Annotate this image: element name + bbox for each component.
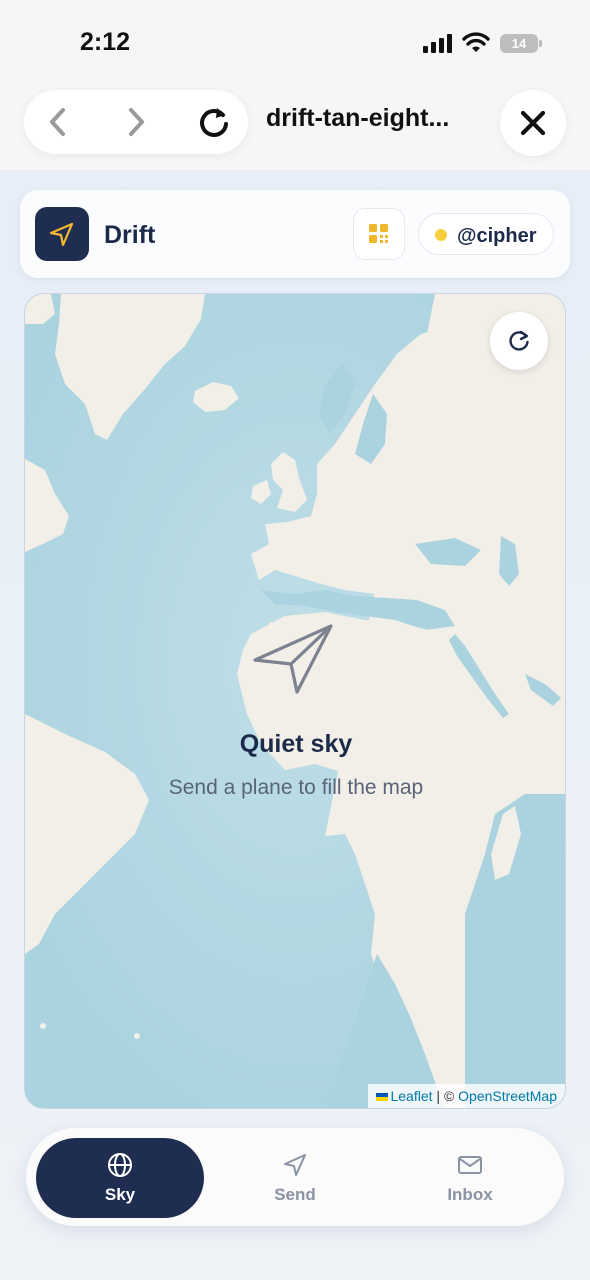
ukraine-flag-icon xyxy=(376,1093,389,1101)
empty-state-title: Quiet sky xyxy=(239,730,353,758)
signal-icon xyxy=(423,34,452,53)
refresh-button[interactable] xyxy=(490,312,548,370)
browser-nav-group xyxy=(24,90,248,154)
username: @cipher xyxy=(457,225,537,247)
url-bar[interactable]: drift-tan-eight... xyxy=(266,104,486,133)
bottom-navigation: Sky Send Inbox xyxy=(26,1128,564,1226)
tab-sky[interactable]: Sky xyxy=(36,1138,204,1218)
battery-tip xyxy=(539,40,542,47)
globe-icon xyxy=(108,1153,132,1177)
status-bar: 2:12 14 xyxy=(0,0,590,80)
reload-button[interactable] xyxy=(182,90,246,154)
attribution-separator: | © xyxy=(432,1088,459,1104)
tab-inbox[interactable]: Inbox xyxy=(386,1138,554,1218)
user-badge[interactable]: @cipher xyxy=(418,213,554,255)
paper-plane-icon xyxy=(49,222,74,247)
tab-inbox-label: Inbox xyxy=(447,1185,493,1204)
back-button[interactable] xyxy=(26,90,90,154)
app-header: Drift @cipher xyxy=(20,190,570,278)
tab-send[interactable]: Send xyxy=(211,1138,379,1218)
wifi-icon xyxy=(462,32,490,52)
chevron-right-icon xyxy=(129,108,144,136)
map-tiles[interactable] xyxy=(25,294,566,1109)
grid-button[interactable] xyxy=(353,208,405,260)
browser-bar: drift-tan-eight... xyxy=(0,80,590,170)
empty-state-subtitle: Send a plane to fill the map xyxy=(168,776,424,799)
tab-send-label: Send xyxy=(274,1185,316,1204)
paper-plane-icon xyxy=(253,624,333,694)
leaflet-link[interactable]: Leaflet xyxy=(390,1088,432,1104)
close-button[interactable] xyxy=(500,90,566,156)
world-map[interactable]: Quiet sky Send a plane to fill the map L… xyxy=(24,293,566,1109)
map-attribution: Leaflet | © OpenStreetMap xyxy=(368,1084,565,1108)
grid-icon xyxy=(369,224,388,243)
close-icon xyxy=(520,110,546,136)
status-dot xyxy=(435,229,447,241)
chevron-left-icon xyxy=(50,108,65,136)
battery-icon: 14 xyxy=(500,34,538,53)
mail-icon xyxy=(458,1156,482,1174)
openstreetmap-link[interactable]: OpenStreetMap xyxy=(458,1088,557,1104)
status-time: 2:12 xyxy=(80,28,131,56)
forward-button[interactable] xyxy=(104,90,168,154)
app-logo xyxy=(35,207,89,261)
tab-sky-label: Sky xyxy=(104,1185,136,1204)
app-title: Drift xyxy=(104,221,156,249)
send-icon xyxy=(284,1154,306,1176)
reload-icon xyxy=(200,108,228,137)
refresh-icon xyxy=(509,330,529,351)
